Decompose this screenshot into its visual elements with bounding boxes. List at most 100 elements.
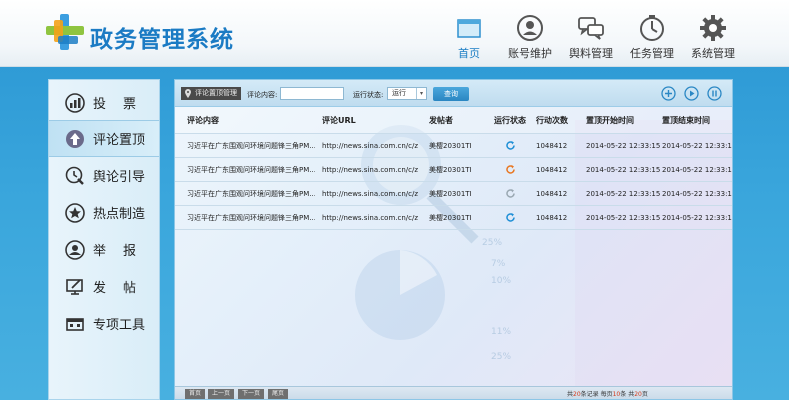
status-cell <box>485 158 535 181</box>
action-count-cell: 1048412 <box>536 213 568 222</box>
logo-icon <box>46 14 84 50</box>
query-button[interactable]: 查询 <box>433 87 469 101</box>
nav-label-system: 系统管理 <box>691 47 735 60</box>
table-row[interactable]: 习近平在广东围观问环境问题锋三角PM... http://news.sina.c… <box>175 206 732 230</box>
refresh-running-icon[interactable] <box>505 212 516 223</box>
table-row[interactable]: 习近平在广东围观问环境问题锋三角PM... http://news.sina.c… <box>175 134 732 158</box>
prev-page-button[interactable]: 上一页 <box>208 389 235 399</box>
pause-icon[interactable] <box>707 86 722 101</box>
author-cell: 美樱20301TI <box>429 141 472 150</box>
pin-top-icon <box>66 129 84 148</box>
sidebar-item-tools[interactable]: 专项工具 <box>49 305 159 342</box>
column-header[interactable]: 行动次数 <box>536 107 584 133</box>
sidebar-item-label: 发帖 <box>93 281 154 296</box>
sidebar-item-label: 举报 <box>93 244 154 259</box>
status-cell <box>485 134 535 157</box>
nav-item-material[interactable]: 舆料管理 <box>561 0 621 67</box>
comment-content-cell: 习近平在广东围观问环境问题锋三角PM... <box>187 213 315 222</box>
column-header[interactable]: 置顶结束时间 <box>662 107 732 133</box>
sidebar-item-report[interactable]: 举报 <box>49 231 159 268</box>
comment-url-cell: http://news.sina.com.cn/c/z <box>322 189 419 198</box>
guide-icon <box>65 166 84 185</box>
next-page-button[interactable]: 下一页 <box>238 389 265 399</box>
last-page-button[interactable]: 尾页 <box>268 389 289 399</box>
end-time-cell: 2014-05-22 12:33:15 <box>662 165 732 174</box>
end-time-cell: 2014-05-22 12:33:15 <box>662 213 732 222</box>
nav-label-material: 舆料管理 <box>569 47 613 60</box>
sidebar-item-label: 专项工具 <box>93 318 146 333</box>
bg-label: 10% <box>491 276 511 286</box>
sidebar-item-guide[interactable]: 舆论引导 <box>49 157 159 194</box>
start-time-cell: 2014-05-22 12:33:15 <box>586 189 660 198</box>
author-cell: 美樱20301TI <box>429 213 472 222</box>
bg-label: 11% <box>491 327 511 337</box>
main-panel: 25% 7% 10% 11% 25% 评论置顶管理 评论内容: 运行状态: 运行… <box>174 79 733 400</box>
star-icon <box>65 202 85 223</box>
comment-url-cell: http://news.sina.com.cn/c/z <box>322 213 419 222</box>
action-count-cell: 1048412 <box>536 189 568 198</box>
report-icon <box>65 239 85 260</box>
nav-item-task[interactable]: 任务管理 <box>622 0 682 67</box>
column-header[interactable]: 发帖者 <box>429 107 481 133</box>
bg-label: 25% <box>482 238 502 248</box>
table-header: 评论内容 评论URL 发帖者 运行状态 行动次数 置顶开始时间 置顶结束时间 <box>175 107 732 134</box>
sidebar-item-post[interactable]: 发帖 <box>49 268 159 305</box>
status-label: 运行状态: <box>353 91 384 99</box>
gear-icon <box>700 15 726 41</box>
sidebar-item-label: 投票 <box>93 97 154 112</box>
nav-label-account: 账号维护 <box>508 47 552 60</box>
comment-url-cell: http://news.sina.com.cn/c/z <box>322 165 419 174</box>
author-cell: 美樱20301TI <box>429 165 472 174</box>
nav-item-account[interactable]: 账号维护 <box>500 0 560 67</box>
comment-content-cell: 习近平在广东围观问环境问题锋三角PM... <box>187 165 315 174</box>
app-header: 政务管理系统 首页 账号维护 舆料管理 任务管理 系统管理 <box>0 0 789 67</box>
comment-url-cell: http://news.sina.com.cn/c/z <box>322 141 419 150</box>
first-page-button[interactable]: 首页 <box>185 389 206 399</box>
sidebar-item-label: 评论置顶 <box>93 133 146 148</box>
post-icon <box>66 278 83 295</box>
location-pin-icon <box>185 89 191 98</box>
status-cell <box>485 182 535 205</box>
app-title: 政务管理系统 <box>90 27 234 53</box>
bg-label: 25% <box>491 352 511 362</box>
chat-bubbles-icon <box>578 17 604 40</box>
bg-label: 7% <box>491 259 506 269</box>
table-row[interactable]: 习近平在广东围观问环境问题锋三角PM... http://news.sina.c… <box>175 158 732 182</box>
sidebar: 投票 评论置顶 舆论引导 热点制造 举报 发帖 专项工具 <box>48 79 160 400</box>
refresh-paused-icon[interactable] <box>505 164 516 175</box>
sidebar-item-vote[interactable]: 投票 <box>49 84 159 121</box>
comment-content-cell: 习近平在广东围观问环境问题锋三角PM... <box>187 189 315 198</box>
nav-item-home[interactable]: 首页 <box>439 0 499 67</box>
filter-toolbar: 评论置顶管理 评论内容: 运行状态: 运行 ▾ 查询 <box>175 80 732 107</box>
refresh-running-icon[interactable] <box>505 140 516 151</box>
action-count-cell: 1048412 <box>536 141 568 150</box>
nav-item-system[interactable]: 系统管理 <box>683 0 743 67</box>
panel-tab-title: 评论置顶管理 <box>181 87 241 100</box>
chevron-down-icon: ▾ <box>416 88 426 99</box>
content-search-input[interactable] <box>280 87 344 100</box>
status-cell <box>485 206 535 229</box>
play-icon[interactable] <box>684 86 699 101</box>
status-select[interactable]: 运行 ▾ <box>387 87 427 100</box>
author-cell: 美樱20301TI <box>429 189 472 198</box>
user-icon <box>517 15 543 41</box>
sidebar-item-comment-top[interactable]: 评论置顶 <box>49 120 159 157</box>
refresh-stopped-icon[interactable] <box>505 188 516 199</box>
comment-content-cell: 习近平在广东围观问环境问题锋三角PM... <box>187 141 315 150</box>
status-select-value: 运行 <box>392 89 406 97</box>
sidebar-item-label: 舆论引导 <box>93 170 146 185</box>
column-header[interactable]: 运行状态 <box>485 107 535 133</box>
column-header[interactable]: 评论内容 <box>187 107 315 133</box>
nav-label-task: 任务管理 <box>630 47 674 60</box>
comment-table: 评论内容 评论URL 发帖者 运行状态 行动次数 置顶开始时间 置顶结束时间 习… <box>175 107 732 230</box>
content-label: 评论内容: <box>247 91 278 99</box>
add-icon[interactable] <box>661 86 676 101</box>
top-nav: 首页 账号维护 舆料管理 任务管理 系统管理 <box>439 0 743 67</box>
sidebar-item-hotspot[interactable]: 热点制造 <box>49 194 159 231</box>
toolbox-icon <box>66 317 84 331</box>
table-row[interactable]: 习近平在广东围观问环境问题锋三角PM... http://news.sina.c… <box>175 182 732 206</box>
page-summary: 共20条记录 每页10条 共20页 <box>567 391 648 398</box>
column-header[interactable]: 置顶开始时间 <box>586 107 660 133</box>
column-header[interactable]: 评论URL <box>322 107 422 133</box>
start-time-cell: 2014-05-22 12:33:15 <box>586 141 660 150</box>
